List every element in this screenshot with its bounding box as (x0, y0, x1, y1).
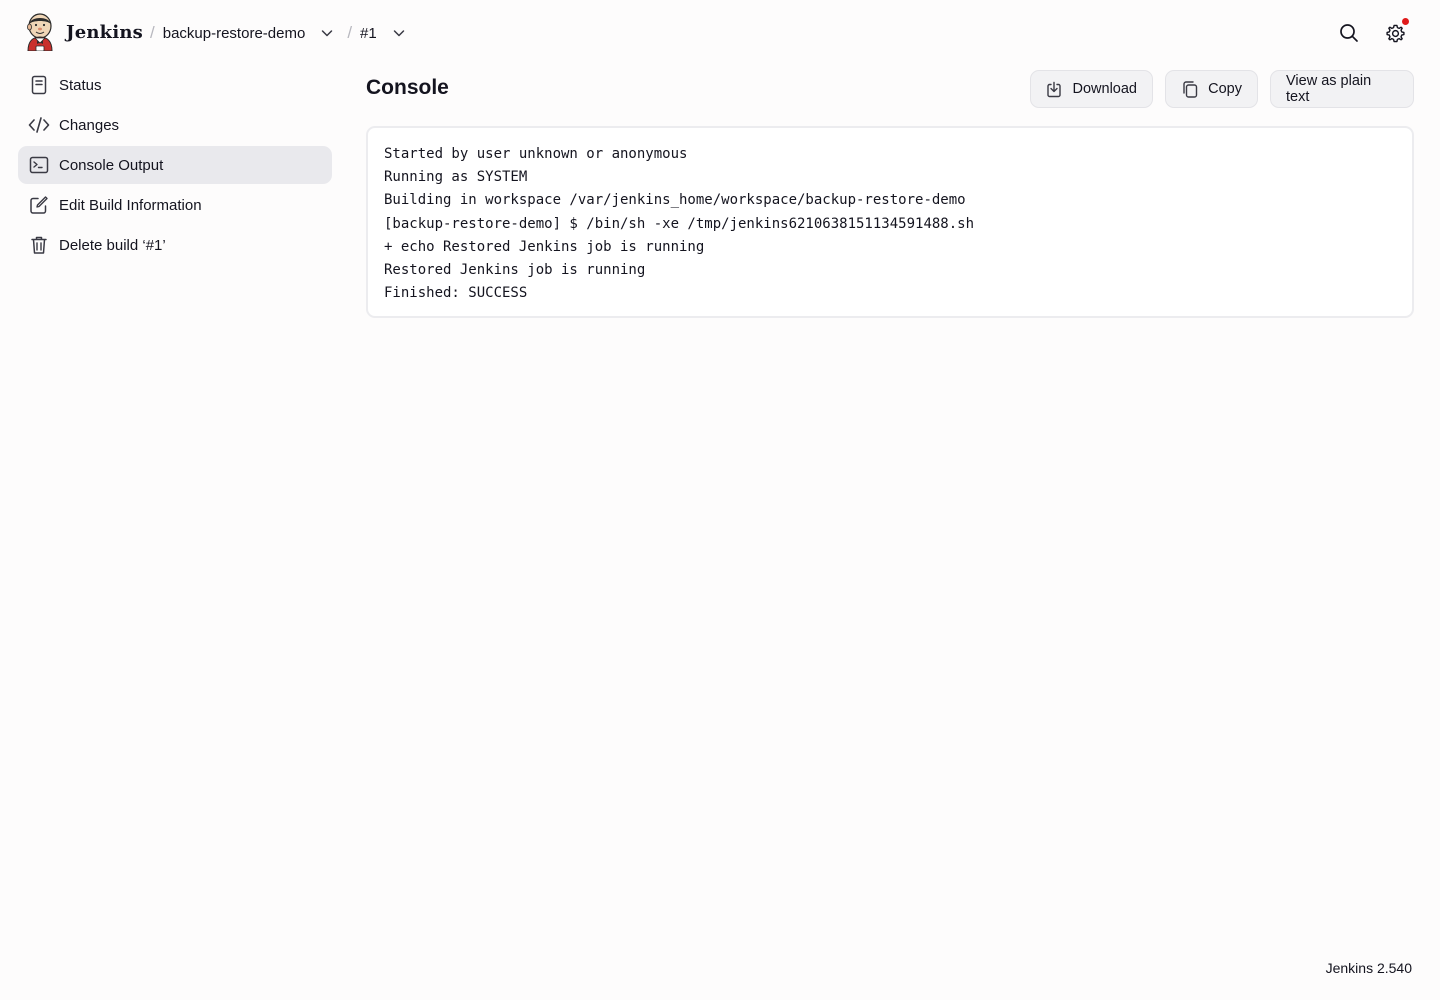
search-button[interactable] (1334, 18, 1364, 48)
sidebar-item-edit-build-information[interactable]: Edit Build Information (18, 186, 332, 224)
sidebar-item-console-output[interactable]: Console Output (18, 146, 332, 184)
sidebar-item-label: Console Output (59, 156, 164, 174)
sidebar-item-label: Changes (59, 116, 120, 134)
sidebar-item-delete-build[interactable]: Delete build ‘#1’ (18, 226, 332, 264)
jenkins-home-link[interactable]: Jenkins (24, 13, 143, 51)
chevron-down-icon[interactable] (317, 23, 337, 43)
page-title: Console (366, 76, 449, 99)
download-button[interactable]: Download (1030, 70, 1153, 108)
sidebar-item-label: Edit Build Information (59, 196, 202, 214)
console-line: Finished: SUCCESS (384, 285, 528, 302)
console-line: + echo Restored Jenkins job is running (384, 238, 705, 255)
view-plain-text-button[interactable]: View as plain text (1270, 70, 1414, 108)
sidebar-item-label: Delete build ‘#1’ (59, 236, 166, 254)
view-plain-text-label: View as plain text (1286, 73, 1372, 105)
download-icon (1046, 80, 1063, 98)
breadcrumb-separator: / (150, 23, 155, 42)
download-label: Download (1072, 81, 1138, 97)
copy-icon (1181, 80, 1198, 98)
notification-dot (1402, 18, 1409, 25)
breadcrumb-job-link[interactable]: backup-restore-demo (163, 25, 306, 42)
sidebar: Status Changes Console Output Edit Build… (18, 66, 332, 266)
document-icon (28, 74, 50, 96)
jenkins-logo (27, 13, 53, 51)
gear-icon (1385, 24, 1405, 42)
console-output[interactable]: Started by user unknown or anonymous Run… (366, 126, 1414, 318)
breadcrumb-separator: / (347, 23, 353, 42)
sidebar-item-label: Status (59, 76, 102, 94)
search-icon (1340, 24, 1358, 42)
copy-label: Copy (1208, 81, 1242, 97)
brand-name: Jenkins (66, 21, 143, 43)
sidebar-item-status[interactable]: Status (18, 66, 332, 104)
console-line: Building in workspace /var/jenkins_home/… (384, 192, 966, 209)
edit-icon (28, 194, 50, 216)
code-icon (28, 114, 50, 136)
page-header: Jenkins / backup-restore-demo / #1 (0, 0, 1440, 66)
breadcrumb: / backup-restore-demo / #1 (150, 22, 419, 44)
console-line: Running as SYSTEM (384, 169, 528, 186)
terminal-icon (28, 154, 50, 176)
trash-icon (28, 234, 50, 256)
copy-button[interactable]: Copy (1165, 70, 1258, 108)
console-line: Restored Jenkins job is running (384, 262, 646, 279)
breadcrumb-build-link[interactable]: #1 (360, 25, 377, 42)
console-line: Started by user unknown or anonymous (384, 146, 688, 162)
console-line: [backup-restore-demo] $ /bin/sh -xe /tmp… (384, 215, 975, 232)
chevron-down-icon[interactable] (389, 23, 409, 43)
version-link[interactable]: Jenkins 2.540 (1326, 960, 1412, 976)
sidebar-item-changes[interactable]: Changes (18, 106, 332, 144)
